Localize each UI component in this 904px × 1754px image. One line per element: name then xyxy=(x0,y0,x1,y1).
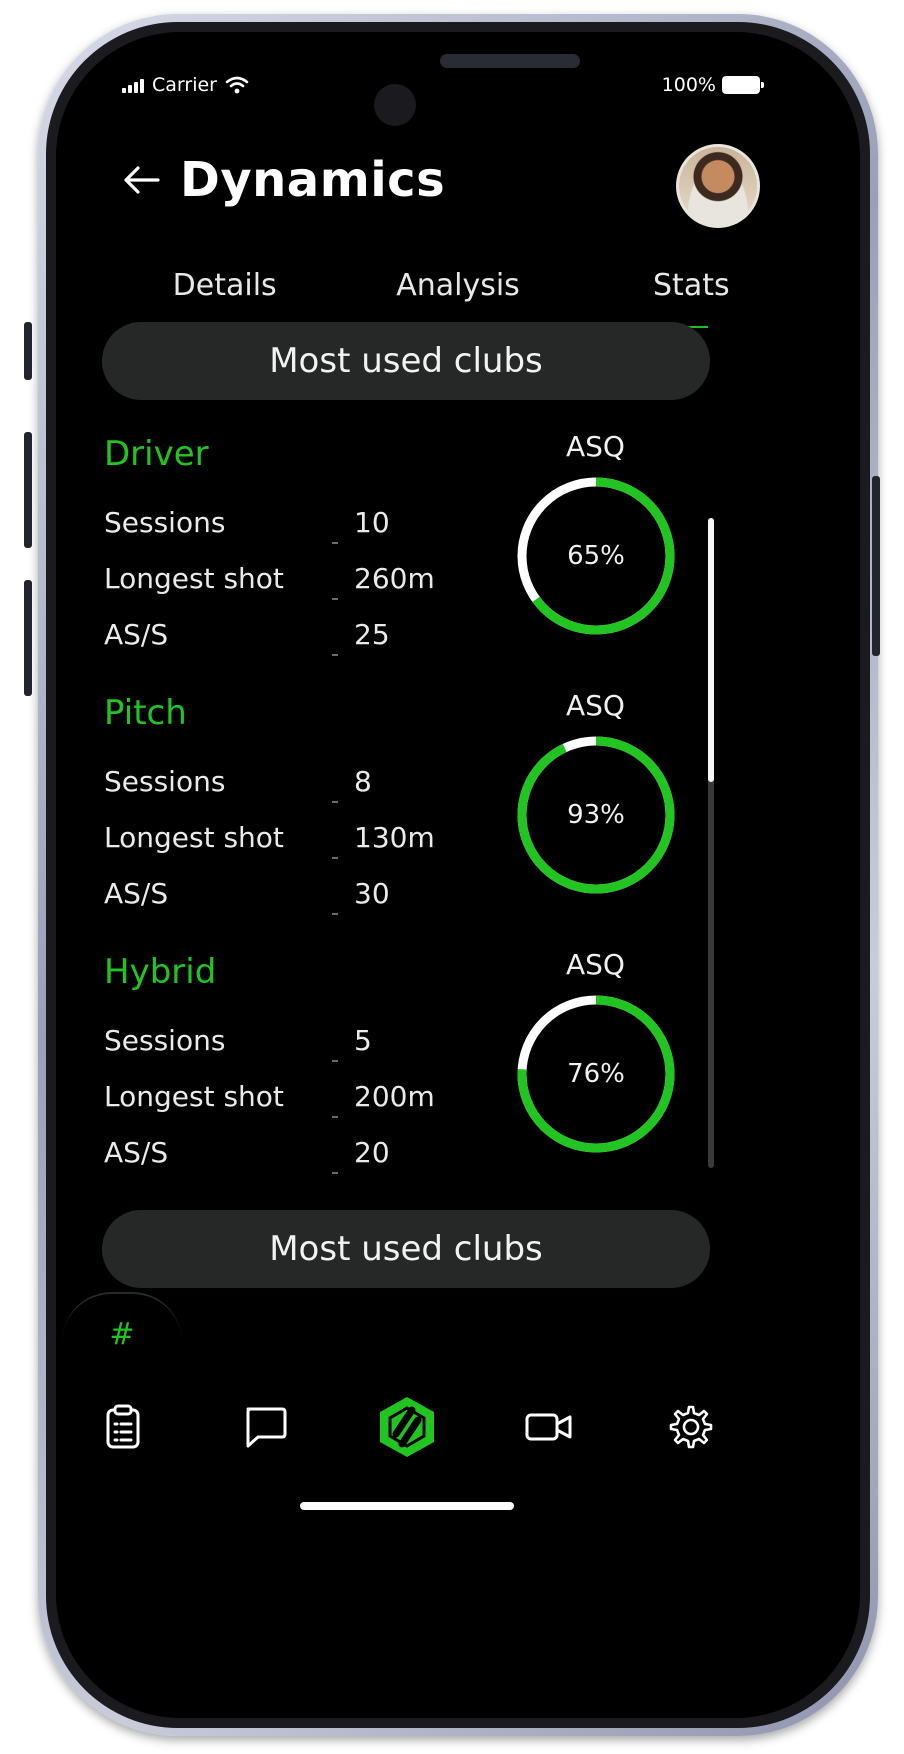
stat-label: AS/S xyxy=(104,618,169,651)
side-button-right xyxy=(872,476,880,656)
stat-label: Sessions xyxy=(104,1024,226,1057)
club-card-pitch[interactable]: Pitch ASQ Sessions 8 Longest shot 130m A… xyxy=(104,689,724,943)
nav-video[interactable] xyxy=(514,1392,584,1462)
hash-tab[interactable]: # xyxy=(62,1292,182,1374)
club-card-hybrid[interactable]: Hybrid ASQ Sessions 5 Longest shot 200m … xyxy=(104,948,724,1202)
scrollbar-thumb[interactable] xyxy=(708,518,714,782)
tab-bar: Details Analysis Stats xyxy=(108,262,808,328)
page-title: Dynamics xyxy=(180,152,446,208)
stat-row-as-s: AS/S 25 xyxy=(104,618,444,664)
stat-divider xyxy=(332,1172,338,1174)
settings-gear-icon xyxy=(669,1405,713,1449)
stat-label: Sessions xyxy=(104,765,226,798)
stat-row-longest-shot: Longest shot 260m xyxy=(104,562,444,608)
back-arrow-icon[interactable] xyxy=(122,165,160,195)
asq-label: ASQ xyxy=(566,948,625,981)
home-indicator[interactable] xyxy=(300,1502,514,1510)
avatar[interactable] xyxy=(676,144,760,228)
asq-progress-ring: 65% xyxy=(516,476,676,636)
stat-label: Longest shot xyxy=(104,821,284,854)
stat-divider xyxy=(332,598,338,600)
stat-value: 20 xyxy=(354,1136,390,1169)
asq-label: ASQ xyxy=(566,689,625,722)
stat-label: Sessions xyxy=(104,506,226,539)
carrier-label: Carrier xyxy=(152,74,217,96)
stat-row-sessions: Sessions 10 xyxy=(104,506,444,552)
stat-divider xyxy=(332,1060,338,1062)
stat-divider xyxy=(332,857,338,859)
nav-settings[interactable] xyxy=(656,1392,726,1462)
stat-value: 260m xyxy=(354,562,435,595)
nav-chat[interactable] xyxy=(230,1392,300,1462)
asq-progress-ring: 76% xyxy=(516,994,676,1154)
video-camera-icon xyxy=(525,1413,572,1441)
side-button-left-1 xyxy=(24,322,32,380)
bottom-nav xyxy=(56,1392,860,1482)
status-battery: 100% xyxy=(661,74,764,96)
asq-percent: 93% xyxy=(567,800,625,830)
scrollbar[interactable] xyxy=(708,518,714,1168)
club-name: Hybrid xyxy=(104,952,217,992)
logo-icon xyxy=(380,1397,434,1457)
wifi-icon xyxy=(225,76,249,94)
stat-value: 30 xyxy=(354,877,390,910)
asq-percent: 65% xyxy=(567,541,625,571)
asq-percent: 76% xyxy=(567,1059,625,1089)
club-name: Pitch xyxy=(104,693,187,733)
stat-label: Longest shot xyxy=(104,1080,284,1113)
stat-label: Longest shot xyxy=(104,562,284,595)
stat-divider xyxy=(332,654,338,656)
header: Dynamics xyxy=(122,152,445,208)
section-header-bottom[interactable]: Most used clubs xyxy=(102,1210,710,1288)
nav-clipboard[interactable] xyxy=(88,1392,158,1462)
stat-row-sessions: Sessions 8 xyxy=(104,765,444,811)
stat-label: AS/S xyxy=(104,1136,169,1169)
club-name: Driver xyxy=(104,434,209,474)
stat-divider xyxy=(332,913,338,915)
battery-icon xyxy=(722,76,764,94)
stat-row-as-s: AS/S 20 xyxy=(104,1136,444,1182)
stat-value: 5 xyxy=(354,1024,372,1057)
stat-row-sessions: Sessions 5 xyxy=(104,1024,444,1070)
stat-divider xyxy=(332,542,338,544)
nav-home[interactable] xyxy=(372,1392,442,1462)
stat-row-longest-shot: Longest shot 130m xyxy=(104,821,444,867)
tab-details[interactable]: Details xyxy=(108,262,341,328)
stat-row-as-s: AS/S 30 xyxy=(104,877,444,923)
chat-icon xyxy=(246,1407,287,1448)
tab-analysis[interactable]: Analysis xyxy=(341,262,574,328)
stat-value: 10 xyxy=(354,506,390,539)
stat-value: 130m xyxy=(354,821,435,854)
stat-divider xyxy=(332,1116,338,1118)
stat-label: AS/S xyxy=(104,877,169,910)
stat-divider xyxy=(332,801,338,803)
side-button-left-2 xyxy=(24,432,32,548)
stat-value: 25 xyxy=(354,618,390,651)
section-header-top[interactable]: Most used clubs xyxy=(102,322,710,400)
clipboard-icon xyxy=(106,1404,140,1449)
stat-row-longest-shot: Longest shot 200m xyxy=(104,1080,444,1126)
status-carrier: Carrier xyxy=(122,74,249,96)
club-card-driver[interactable]: Driver ASQ Sessions 10 Longest shot 260m… xyxy=(104,430,724,684)
battery-percent: 100% xyxy=(661,74,716,96)
asq-progress-ring: 93% xyxy=(516,735,676,895)
asq-label: ASQ xyxy=(566,430,625,463)
front-camera xyxy=(374,84,416,126)
stat-value: 200m xyxy=(354,1080,435,1113)
stat-value: 8 xyxy=(354,765,372,798)
speaker-grille xyxy=(440,54,580,68)
tab-stats[interactable]: Stats xyxy=(575,262,808,328)
side-button-left-3 xyxy=(24,580,32,696)
phone-screen: Carrier 100% Dynamics Details Analysis S… xyxy=(56,32,860,1718)
signal-icon xyxy=(122,77,144,93)
